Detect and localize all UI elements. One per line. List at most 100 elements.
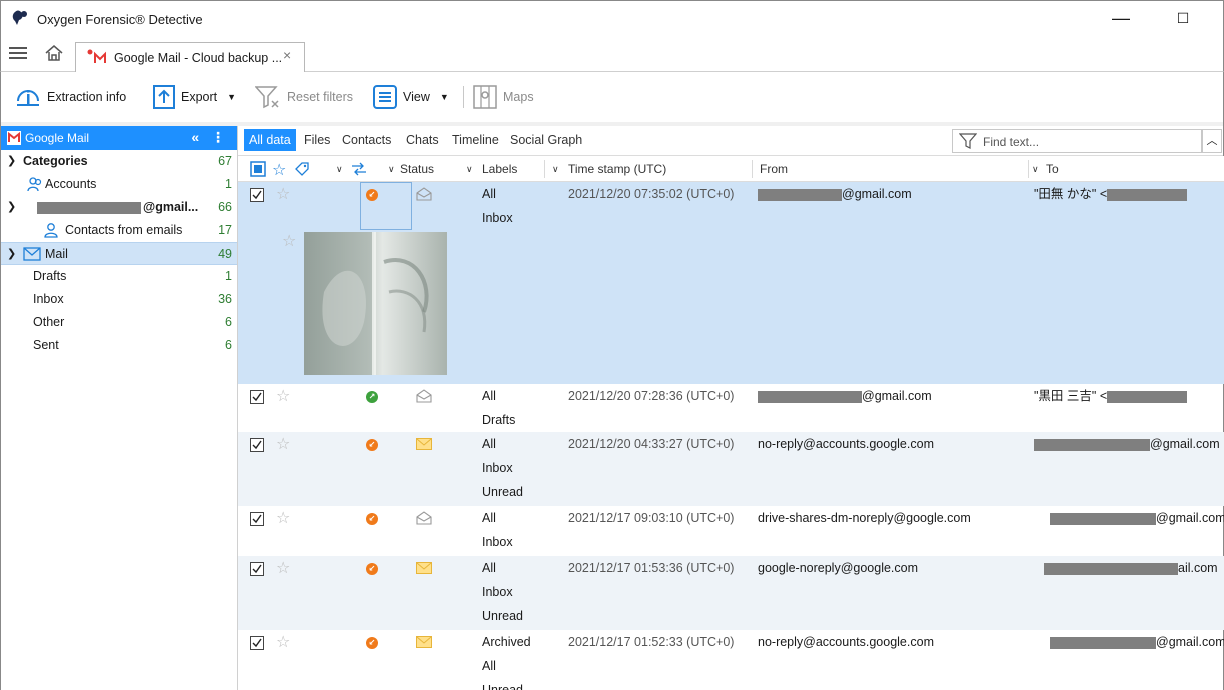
maps-button[interactable]: Maps <box>473 82 534 112</box>
tree-label: Other <box>33 315 65 329</box>
label-text: Unread <box>482 609 523 623</box>
export-button[interactable]: Export ▼ <box>153 82 236 112</box>
view-tabs: All data Files Contacts Chats Timeline S… <box>238 126 1223 156</box>
to-text: "田無 かな" < <box>1034 187 1108 201</box>
label-text: All <box>482 659 496 673</box>
redacted-email <box>758 390 862 403</box>
row-checkbox[interactable] <box>250 636 264 650</box>
tree-count: 49 <box>218 247 232 261</box>
star-icon[interactable]: ☆ <box>276 389 290 405</box>
to-text: @gmail.com <box>1150 437 1220 451</box>
to-text: @gmail.com <box>1156 635 1224 649</box>
tab-contacts[interactable]: Contacts <box>342 133 391 147</box>
table-row[interactable]: ☆ ↙ All Inbox 2021/12/20 07:35:02 (UTC+0… <box>238 182 1224 384</box>
row-checkbox[interactable] <box>250 188 264 202</box>
row-checkbox[interactable] <box>250 562 264 576</box>
table-row[interactable]: ☆ ↙ All Inbox Unread 2021/12/17 01:53:36… <box>238 556 1224 630</box>
reset-filters-button[interactable]: Reset filters <box>255 82 353 112</box>
direction-column-icon[interactable] <box>350 161 368 177</box>
chevron-down-icon[interactable]: ❯ <box>7 200 16 213</box>
star-column-icon[interactable]: ☆ <box>272 160 286 180</box>
tab-chats[interactable]: Chats <box>406 133 439 147</box>
table-row[interactable]: ☆ ↗ All Drafts 2021/12/20 07:28:36 (UTC+… <box>238 384 1224 432</box>
tag-icon[interactable] <box>294 161 310 177</box>
tree-item-categories[interactable]: ❯ Categories 67 <box>1 150 237 173</box>
collapse-sidebar-button[interactable]: « ⋮ <box>191 129 229 146</box>
from-cell: @gmail.com <box>758 182 912 206</box>
tree-item-contacts-from-emails[interactable]: Contacts from emails 17 <box>1 219 237 242</box>
gmail-icon <box>7 131 21 145</box>
tree-item-sent[interactable]: Sent 6 <box>1 334 237 357</box>
star-icon[interactable]: ☆ <box>276 511 290 527</box>
star-icon[interactable]: ☆ <box>276 561 290 577</box>
tab-all-data[interactable]: All data <box>244 129 296 151</box>
labels-column-header[interactable]: Labels <box>482 162 517 176</box>
tree-item-gmail-account[interactable]: ❯ @gmail... 66 <box>1 196 237 219</box>
chevron-down-icon: ▼ <box>439 92 449 102</box>
tree-label: Drafts <box>33 269 67 283</box>
timestamp-column-header[interactable]: Time stamp (UTC) <box>568 162 666 176</box>
chevron-down-icon[interactable]: ❯ <box>7 154 16 167</box>
oxygen-app-icon <box>11 10 29 26</box>
hamburger-menu-icon[interactable] <box>9 45 29 61</box>
labels-cell: All Drafts <box>482 384 515 432</box>
maximize-button[interactable]: ☐ <box>1163 5 1203 31</box>
from-cell: no-reply@accounts.google.com <box>758 635 934 649</box>
tree-count: 17 <box>218 223 232 237</box>
chevron-down-icon[interactable]: ∨ <box>336 164 343 175</box>
attachment-star-icon[interactable]: ☆ <box>282 234 296 250</box>
tree-label: @gmail... <box>143 200 199 214</box>
envelope-read-icon <box>416 187 432 201</box>
star-icon[interactable]: ☆ <box>276 187 290 203</box>
to-column-header[interactable]: To <box>1046 162 1059 176</box>
extraction-info-button[interactable]: Extraction info <box>15 82 126 112</box>
reset-filters-label: Reset filters <box>287 90 353 104</box>
select-all-checkbox[interactable] <box>250 161 266 177</box>
redacted-email <box>1107 188 1188 201</box>
star-icon[interactable]: ☆ <box>276 635 290 651</box>
from-column-header[interactable]: From <box>760 162 788 176</box>
status-column-header[interactable]: Status <box>400 162 434 176</box>
tree-label: Categories <box>23 154 88 168</box>
tab-social-graph[interactable]: Social Graph <box>510 133 582 147</box>
redacted-account <box>37 202 141 214</box>
close-tab-icon[interactable]: × <box>283 47 291 63</box>
to-text: @gmail.com <box>1156 511 1224 525</box>
star-icon[interactable]: ☆ <box>276 437 290 453</box>
row-checkbox[interactable] <box>250 438 264 452</box>
tree-count: 67 <box>218 154 232 168</box>
tree-item-other[interactable]: Other 6 <box>1 311 237 334</box>
row-checkbox[interactable] <box>250 390 264 404</box>
tree-item-drafts[interactable]: Drafts 1 <box>1 265 237 288</box>
chevron-down-icon[interactable]: ∨ <box>1032 164 1039 175</box>
attachment-thumbnail[interactable] <box>304 232 447 375</box>
redacted-email <box>758 188 842 201</box>
chevron-down-icon[interactable]: ∨ <box>552 164 559 175</box>
view-button[interactable]: View ▼ <box>373 82 449 112</box>
tree-item-mail[interactable]: ❯ Mail 49 <box>1 242 237 265</box>
tab-google-mail[interactable]: Google Mail - Cloud backup ... × <box>75 42 305 72</box>
chevron-down-icon[interactable]: ∨ <box>388 164 395 175</box>
tree-label: Inbox <box>33 292 64 306</box>
labels-cell: All Inbox Unread <box>482 556 523 628</box>
chevron-down-icon[interactable]: ❯ <box>7 247 16 260</box>
incoming-icon: ↙ <box>366 563 378 575</box>
envelope-read-icon <box>416 511 432 525</box>
table-row[interactable]: ☆ ↙ Archived All Unread 2021/12/17 01:52… <box>238 630 1224 690</box>
label-text: All <box>482 511 496 525</box>
tree-item-inbox[interactable]: Inbox 36 <box>1 288 237 311</box>
tab-timeline[interactable]: Timeline <box>452 133 499 147</box>
row-checkbox[interactable] <box>250 512 264 526</box>
minimize-button[interactable]: — <box>1101 5 1141 31</box>
table-row[interactable]: ☆ ↙ All Inbox Unread 2021/12/20 04:33:27… <box>238 432 1224 506</box>
table-row[interactable]: ☆ ↙ All Inbox 2021/12/17 09:03:10 (UTC+0… <box>238 506 1224 556</box>
chevron-down-icon[interactable]: ∨ <box>466 164 473 175</box>
chevron-up-icon[interactable]: ︿ <box>1202 129 1222 153</box>
label-text: Inbox <box>482 535 513 549</box>
tab-files[interactable]: Files <box>304 133 330 147</box>
tree-item-accounts[interactable]: Accounts 1 <box>1 173 237 196</box>
home-icon[interactable] <box>44 44 64 62</box>
find-text-input[interactable]: Find text... <box>952 129 1202 153</box>
tree-count: 6 <box>225 338 232 352</box>
map-icon <box>473 85 497 109</box>
